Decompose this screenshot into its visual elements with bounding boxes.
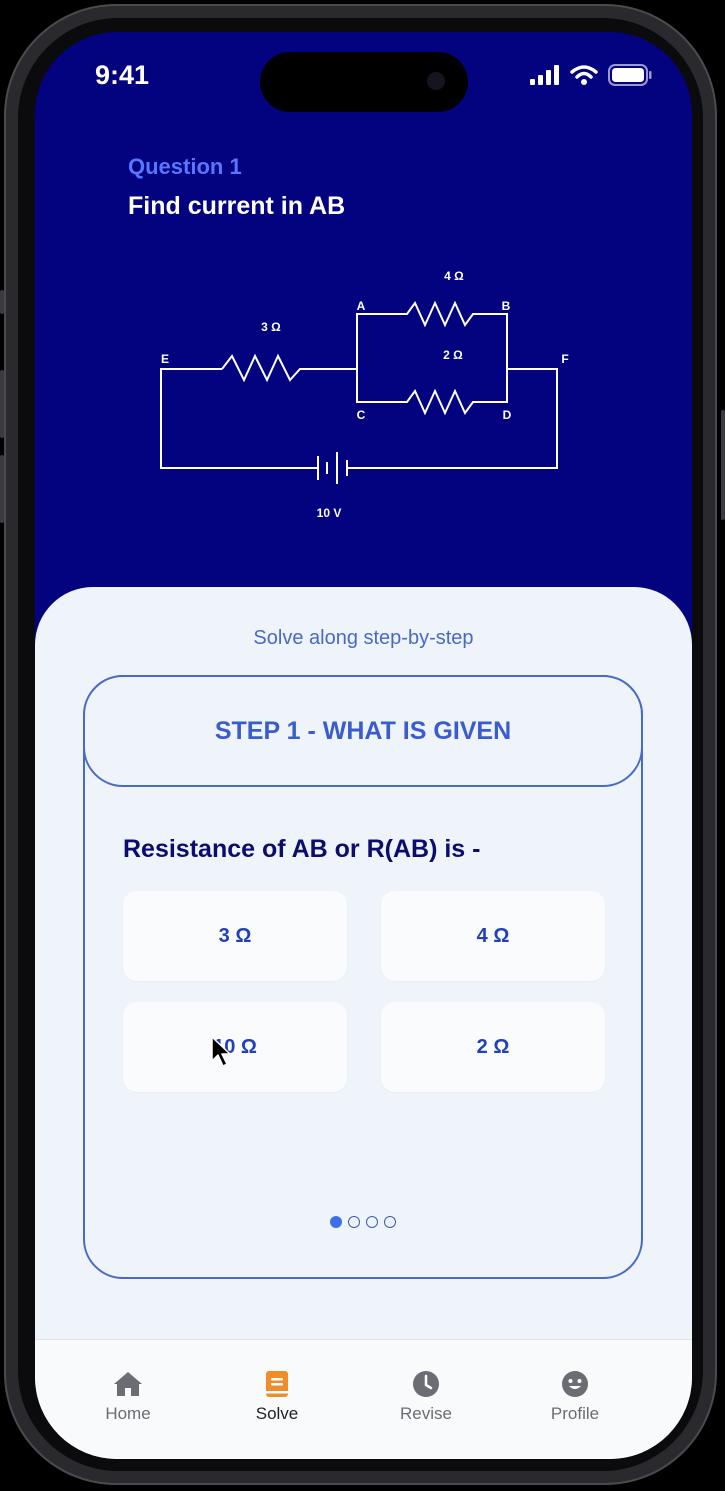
clock-icon [413, 1371, 439, 1397]
tab-label: Profile [550, 1404, 600, 1423]
tab-profile[interactable]: Profile [510, 1370, 640, 1424]
tab-label: Revise [400, 1404, 452, 1423]
node-a-label: A [357, 299, 366, 313]
step-dot[interactable] [366, 1216, 378, 1228]
tab-label: Home [105, 1404, 151, 1423]
step-dot[interactable] [348, 1216, 360, 1228]
power-button [721, 410, 725, 520]
step-header: STEP 1 - WHAT IS GIVEN [83, 675, 643, 787]
step-card: STEP 1 - WHAT IS GIVEN Resistance of AB … [83, 675, 643, 1279]
tab-label: Solve [255, 1404, 299, 1423]
option-button[interactable]: 10 Ω [123, 1002, 347, 1092]
app-screen: 9:41 Question 1 Find current in AB 4 Ω 3… [35, 32, 692, 1459]
node-b-label: B [502, 299, 511, 313]
solve-panel: Solve along step-by-step STEP 1 - WHAT I… [35, 587, 692, 1459]
step-dot[interactable] [384, 1216, 396, 1228]
node-d-label: D [503, 408, 512, 422]
tab-revise[interactable]: Revise [361, 1370, 491, 1424]
volume-down-button [0, 455, 4, 523]
resistor-cd-label: 2 Ω [443, 348, 463, 362]
circuit-diagram: 4 Ω 3 Ω 2 Ω A B C D E F 10 V [160, 269, 569, 520]
option-button[interactable]: 2 Ω [381, 1002, 605, 1092]
node-f-label: F [561, 352, 568, 366]
step-question: Resistance of AB or R(AB) is - [123, 835, 481, 863]
smiley-icon [562, 1371, 588, 1397]
step-dot-active[interactable] [330, 1216, 342, 1228]
node-e-label: E [161, 352, 169, 366]
silent-switch [0, 290, 4, 314]
step-pagination [85, 1216, 641, 1228]
tab-solve[interactable]: Solve [212, 1370, 342, 1424]
volume-up-button [0, 370, 4, 438]
solve-hint: Solve along step-by-step [253, 627, 474, 649]
option-button[interactable]: 4 Ω [381, 891, 605, 981]
battery-symbol [317, 452, 348, 484]
option-button[interactable]: 3 Ω [123, 891, 347, 981]
resistor-ea-label: 3 Ω [261, 320, 281, 334]
node-c-label: C [357, 408, 366, 422]
mouse-cursor-icon [211, 1036, 231, 1067]
tab-bar: Home Solve Revise Profile [35, 1339, 692, 1459]
home-icon [114, 1372, 142, 1396]
resistor-ab-label: 4 Ω [444, 269, 464, 283]
battery-voltage-label: 10 V [317, 506, 342, 520]
circuit-wires [160, 300, 558, 469]
tab-home[interactable]: Home [63, 1370, 193, 1424]
book-icon [266, 1371, 288, 1397]
